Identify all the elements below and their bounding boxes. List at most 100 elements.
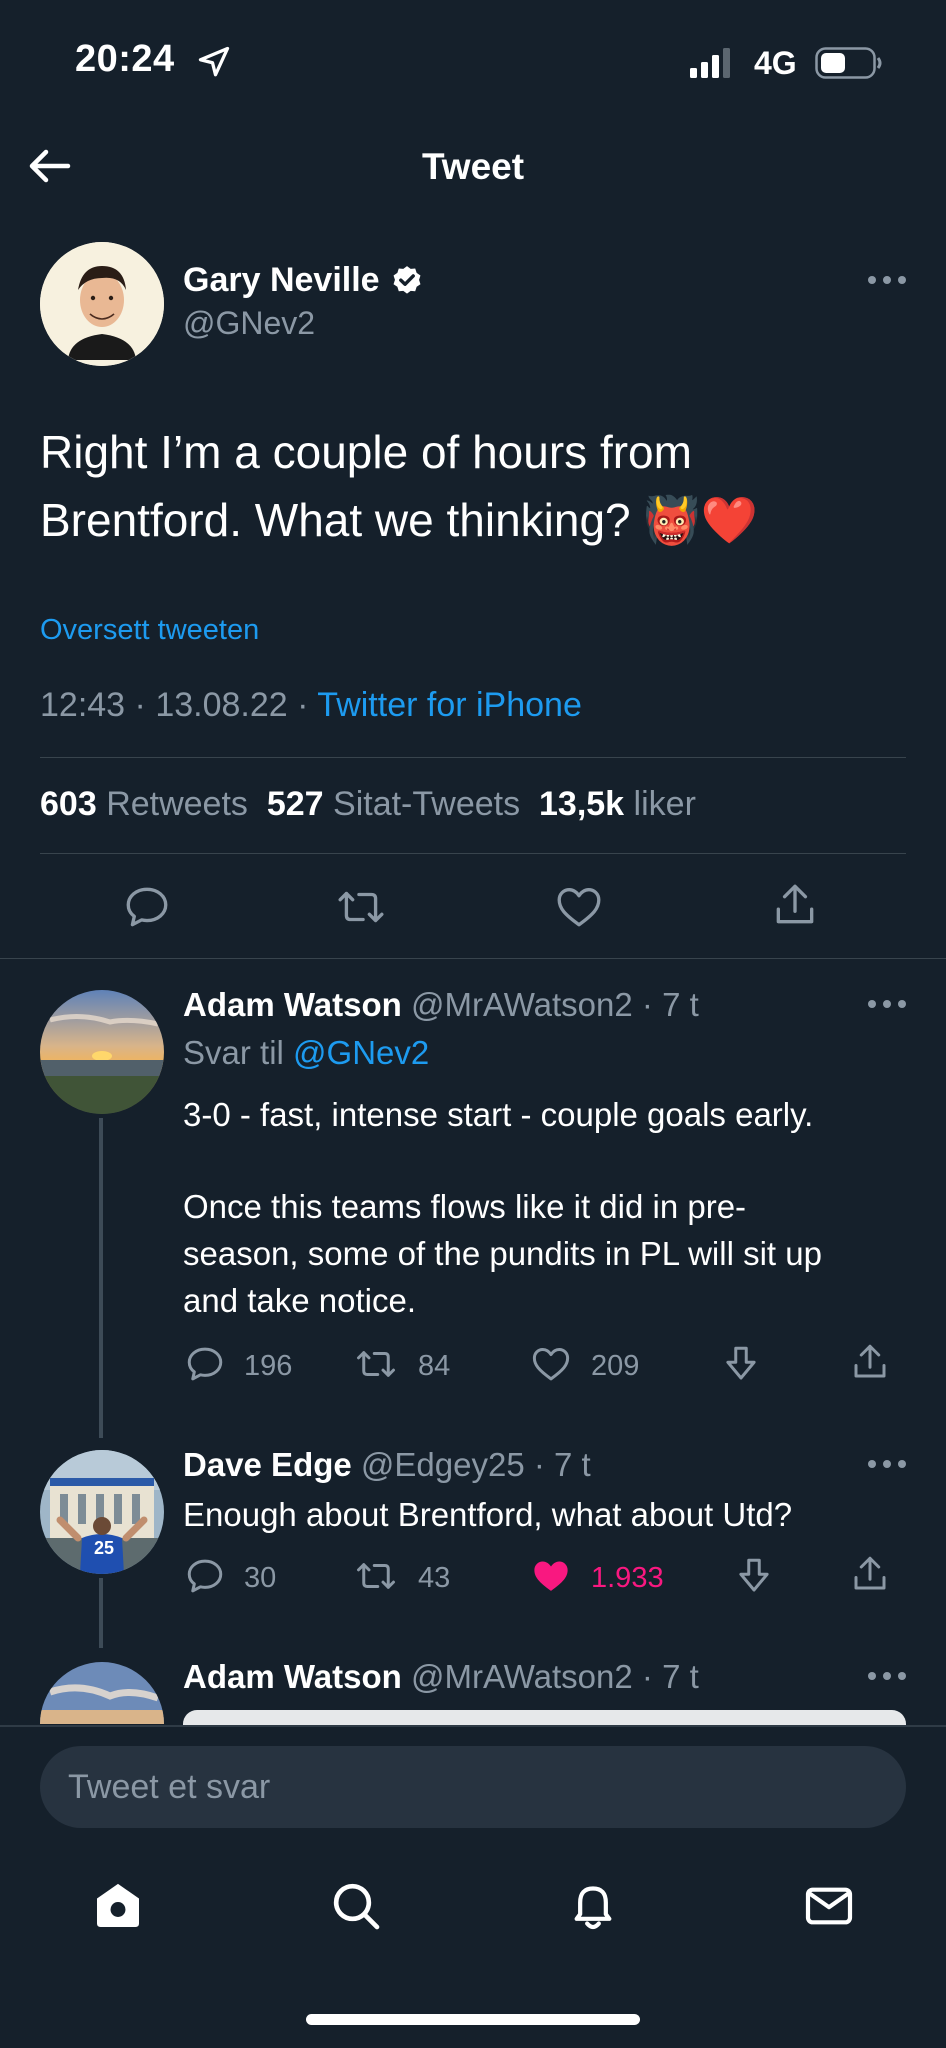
reply-text: 3-0 - fast, intense start - couple goals… [183, 1091, 923, 1324]
tweet-text: Right I’m a couple of hours from Brentfo… [40, 418, 900, 554]
share-icon[interactable] [770, 880, 820, 930]
notifications-bell-icon[interactable] [565, 1878, 621, 1934]
likes-label: liker [633, 785, 696, 823]
translate-tweet-link[interactable]: Oversett tweeten [40, 614, 259, 647]
quotes-stat[interactable]: 527 Sitat-Tweets [267, 785, 520, 824]
avatar-portrait-illustration [40, 242, 164, 366]
reply-text-line: season, some of the pundits in PL will s… [183, 1235, 822, 1272]
retweet-count: 84 [418, 1350, 451, 1382]
replying-to: Svar til @GNev2 [183, 1034, 429, 1072]
reply-icon[interactable] [122, 882, 172, 932]
reply-avatar[interactable]: 25 [40, 1450, 164, 1574]
quotes-count: 527 [266, 785, 324, 823]
home-icon[interactable] [90, 1878, 146, 1934]
reply-author-handle: @Edgey25 [360, 1446, 525, 1483]
retweets-label: Retweets [106, 785, 248, 823]
reply-author-name: Adam Watson [183, 1658, 402, 1695]
reply-text: Enough about Brentford, what about Utd? [183, 1491, 923, 1538]
downvote-arrow-icon[interactable] [720, 1343, 762, 1385]
tweet-source-link[interactable]: Twitter for iPhone [317, 686, 582, 724]
like-count: 209 [591, 1350, 640, 1382]
reply-icon[interactable] [184, 1343, 226, 1385]
retweet-icon[interactable] [336, 882, 386, 932]
share-icon[interactable] [849, 1553, 891, 1595]
more-options-icon[interactable] [866, 274, 908, 286]
messages-envelope-icon[interactable] [801, 1878, 857, 1934]
more-options-icon[interactable] [866, 998, 908, 1010]
page-title: Tweet [421, 146, 525, 187]
reply-count: 30 [244, 1562, 277, 1594]
divider [40, 757, 906, 758]
tweet-text-line: Brentford. What we thinking? 👹❤️ [40, 494, 758, 546]
liked-heart-icon[interactable] [530, 1555, 572, 1597]
verified-badge-icon [393, 265, 421, 294]
retweets-count: 603 [40, 785, 97, 823]
reply-age: 7 t [554, 1446, 591, 1483]
meta-separator: · [297, 686, 318, 724]
replying-to-label: Svar til [183, 1034, 284, 1071]
quotes-label: Sitat-Tweets [333, 785, 521, 823]
more-options-icon[interactable] [866, 1670, 908, 1682]
reply-count: 196 [244, 1350, 293, 1382]
tweet-date: 13.08.22 [155, 686, 288, 724]
divider [40, 853, 906, 854]
author-name[interactable]: Gary Neville [183, 261, 424, 300]
reply-avatar[interactable] [40, 990, 164, 1114]
reply-input-placeholder: Tweet et svar [68, 1768, 271, 1806]
reply-author-handle: @MrAWatson2 [410, 986, 633, 1023]
retweet-icon[interactable] [355, 1555, 397, 1597]
reply-text-line: Enough about Brentford, what about Utd? [183, 1496, 793, 1533]
sunset-landscape-illustration [40, 1662, 164, 1724]
meta-separator: · [134, 686, 156, 724]
like-count: 1.933 [591, 1562, 664, 1594]
author-name-text: Gary Neville [183, 261, 380, 299]
reply-author-line[interactable]: Adam Watson @MrAWatson2 · 7 t [183, 986, 699, 1024]
tweet-stats: 603 Retweets 527 Sitat-Tweets 13,5k like… [40, 785, 696, 824]
reply-icon[interactable] [184, 1555, 226, 1597]
retweets-stat[interactable]: 603 Retweets [40, 785, 248, 824]
tweet-time: 12:43 [40, 686, 126, 724]
divider [0, 1725, 946, 1727]
meta-separator: · [632, 1658, 663, 1695]
reply-media-preview[interactable] [183, 1710, 906, 1725]
replying-to-handle[interactable]: @GNev2 [293, 1034, 429, 1071]
signal-bars-icon [690, 48, 730, 78]
divider [0, 958, 946, 959]
location-arrow-icon [198, 46, 230, 77]
search-icon[interactable] [328, 1878, 384, 1934]
avatar[interactable] [40, 242, 164, 366]
likes-count: 13,5k [539, 785, 625, 823]
status-time: 20:24 [75, 38, 175, 80]
reply-text-line: and take notice. [183, 1282, 416, 1319]
network-type: 4G [754, 45, 797, 81]
jersey-number: 25 [94, 1538, 115, 1558]
sunset-landscape-illustration [40, 990, 164, 1114]
reply-paragraph-gap [183, 1138, 923, 1183]
author-handle[interactable]: @GNev2 [183, 305, 315, 342]
reply-author-line[interactable]: Dave Edge @Edgey25 · 7 t [183, 1446, 591, 1484]
more-options-icon[interactable] [866, 1458, 908, 1470]
reply-author-name: Adam Watson [183, 986, 402, 1023]
retweet-count: 43 [418, 1562, 451, 1594]
reply-author-name: Dave Edge [183, 1446, 352, 1483]
reply-text-line: Once this teams flows like it did in pre… [183, 1188, 747, 1225]
tweet-text-line: Right I’m a couple of hours from [40, 426, 692, 478]
reply-age: 7 t [662, 1658, 699, 1695]
tweet-meta: 12:43 · 13.08.22 · Twitter for iPhone [40, 686, 582, 725]
home-indicator [306, 2014, 640, 2025]
battery-icon [815, 47, 882, 79]
share-icon[interactable] [849, 1341, 891, 1383]
retweet-icon[interactable] [355, 1343, 397, 1385]
thread-line [99, 1578, 103, 1648]
reply-avatar[interactable] [40, 1662, 164, 1724]
meta-separator: · [524, 1446, 555, 1483]
likes-stat[interactable]: 13,5k liker [539, 785, 696, 824]
reply-author-handle: @MrAWatson2 [410, 1658, 633, 1695]
downvote-arrow-icon[interactable] [733, 1555, 775, 1597]
reply-author-line[interactable]: Adam Watson @MrAWatson2 · 7 t [183, 1658, 699, 1696]
meta-separator: · [632, 986, 663, 1023]
reply-text-line: 3-0 - fast, intense start - couple goals… [183, 1096, 814, 1133]
reply-age: 7 t [662, 986, 699, 1023]
like-heart-icon[interactable] [530, 1343, 572, 1385]
like-heart-icon[interactable] [554, 882, 604, 932]
